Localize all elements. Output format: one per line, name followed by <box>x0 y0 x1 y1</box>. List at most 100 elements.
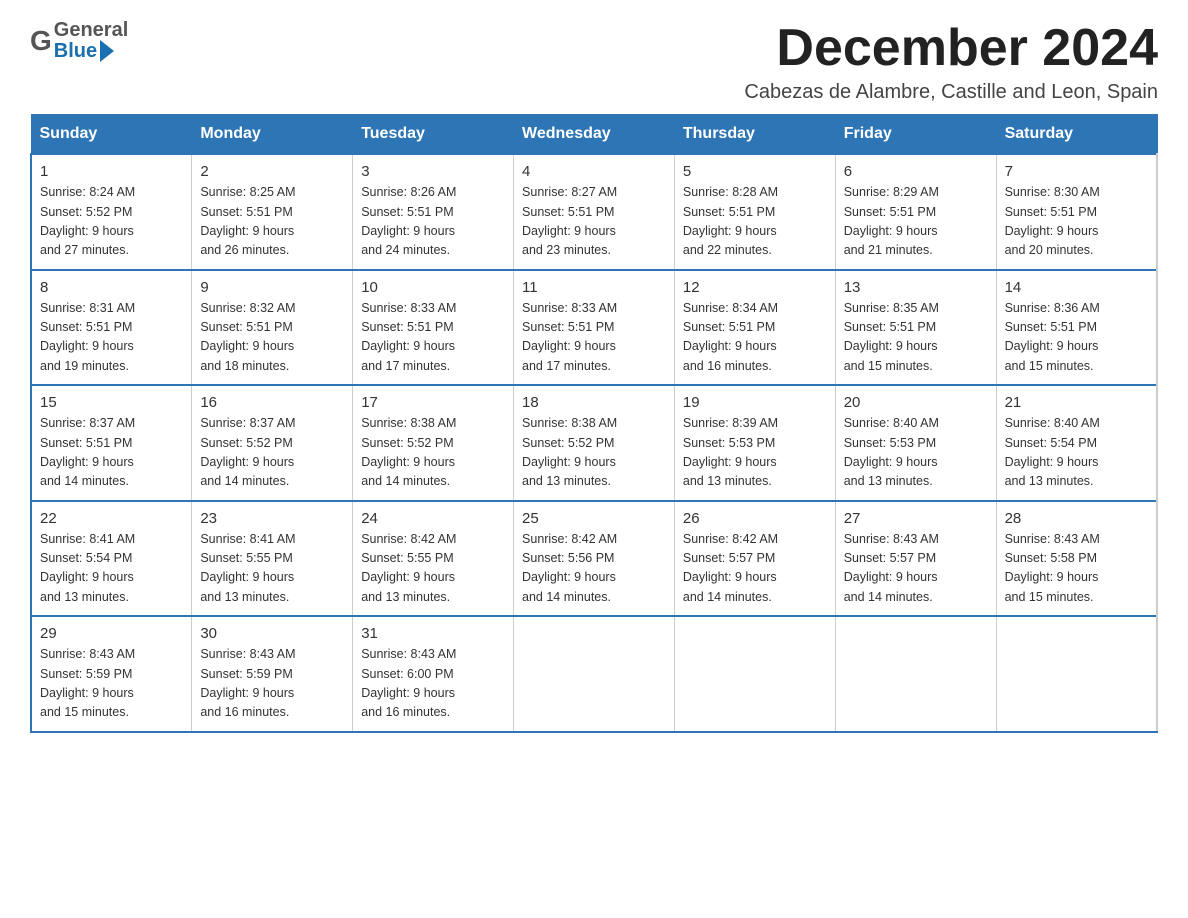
day-info: Sunrise: 8:26 AM Sunset: 5:51 PM Dayligh… <box>361 183 505 261</box>
calendar-cell: 14 Sunrise: 8:36 AM Sunset: 5:51 PM Dayl… <box>996 270 1157 386</box>
day-number: 6 <box>844 163 988 180</box>
weekday-header-saturday: Saturday <box>996 115 1157 155</box>
day-info: Sunrise: 8:43 AM Sunset: 6:00 PM Dayligh… <box>361 645 505 723</box>
day-info: Sunrise: 8:38 AM Sunset: 5:52 PM Dayligh… <box>522 414 666 492</box>
logo-general-text: General <box>54 20 128 40</box>
day-info: Sunrise: 8:41 AM Sunset: 5:55 PM Dayligh… <box>200 530 344 608</box>
weekday-header-wednesday: Wednesday <box>514 115 675 155</box>
day-info: Sunrise: 8:33 AM Sunset: 5:51 PM Dayligh… <box>361 299 505 377</box>
day-info: Sunrise: 8:33 AM Sunset: 5:51 PM Dayligh… <box>522 299 666 377</box>
calendar-cell: 20 Sunrise: 8:40 AM Sunset: 5:53 PM Dayl… <box>835 385 996 501</box>
calendar-cell: 11 Sunrise: 8:33 AM Sunset: 5:51 PM Dayl… <box>514 270 675 386</box>
calendar-subtitle: Cabezas de Alambre, Castille and Leon, S… <box>744 81 1158 104</box>
day-number: 30 <box>200 625 344 642</box>
day-number: 20 <box>844 394 988 411</box>
day-info: Sunrise: 8:39 AM Sunset: 5:53 PM Dayligh… <box>683 414 827 492</box>
day-info: Sunrise: 8:31 AM Sunset: 5:51 PM Dayligh… <box>40 299 183 377</box>
weekday-header-sunday: Sunday <box>31 115 192 155</box>
day-number: 29 <box>40 625 183 642</box>
calendar-cell <box>514 616 675 732</box>
logo-blue-text: Blue <box>54 41 97 61</box>
day-info: Sunrise: 8:43 AM Sunset: 5:59 PM Dayligh… <box>200 645 344 723</box>
day-number: 4 <box>522 163 666 180</box>
calendar-week-row-5: 29 Sunrise: 8:43 AM Sunset: 5:59 PM Dayl… <box>31 616 1157 732</box>
calendar-cell: 2 Sunrise: 8:25 AM Sunset: 5:51 PM Dayli… <box>192 154 353 270</box>
calendar-cell: 22 Sunrise: 8:41 AM Sunset: 5:54 PM Dayl… <box>31 501 192 617</box>
day-info: Sunrise: 8:40 AM Sunset: 5:54 PM Dayligh… <box>1005 414 1148 492</box>
calendar-cell: 24 Sunrise: 8:42 AM Sunset: 5:55 PM Dayl… <box>353 501 514 617</box>
day-number: 22 <box>40 510 183 527</box>
day-info: Sunrise: 8:37 AM Sunset: 5:51 PM Dayligh… <box>40 414 183 492</box>
calendar-cell: 21 Sunrise: 8:40 AM Sunset: 5:54 PM Dayl… <box>996 385 1157 501</box>
day-number: 16 <box>200 394 344 411</box>
calendar-week-row-4: 22 Sunrise: 8:41 AM Sunset: 5:54 PM Dayl… <box>31 501 1157 617</box>
day-number: 19 <box>683 394 827 411</box>
logo-text-block: General Blue <box>54 20 128 62</box>
day-number: 17 <box>361 394 505 411</box>
calendar-cell: 1 Sunrise: 8:24 AM Sunset: 5:52 PM Dayli… <box>31 154 192 270</box>
weekday-header-monday: Monday <box>192 115 353 155</box>
calendar-week-row-2: 8 Sunrise: 8:31 AM Sunset: 5:51 PM Dayli… <box>31 270 1157 386</box>
title-area: December 2024 Cabezas de Alambre, Castil… <box>744 20 1158 104</box>
calendar-cell: 29 Sunrise: 8:43 AM Sunset: 5:59 PM Dayl… <box>31 616 192 732</box>
weekday-header-row: SundayMondayTuesdayWednesdayThursdayFrid… <box>31 115 1157 155</box>
day-info: Sunrise: 8:43 AM Sunset: 5:59 PM Dayligh… <box>40 645 183 723</box>
day-number: 14 <box>1005 279 1148 296</box>
day-info: Sunrise: 8:25 AM Sunset: 5:51 PM Dayligh… <box>200 183 344 261</box>
calendar-cell <box>674 616 835 732</box>
calendar-cell: 30 Sunrise: 8:43 AM Sunset: 5:59 PM Dayl… <box>192 616 353 732</box>
day-number: 31 <box>361 625 505 642</box>
calendar-cell: 16 Sunrise: 8:37 AM Sunset: 5:52 PM Dayl… <box>192 385 353 501</box>
day-number: 26 <box>683 510 827 527</box>
day-number: 27 <box>844 510 988 527</box>
calendar-cell: 19 Sunrise: 8:39 AM Sunset: 5:53 PM Dayl… <box>674 385 835 501</box>
calendar-cell <box>996 616 1157 732</box>
day-number: 28 <box>1005 510 1148 527</box>
weekday-header-friday: Friday <box>835 115 996 155</box>
calendar-cell: 8 Sunrise: 8:31 AM Sunset: 5:51 PM Dayli… <box>31 270 192 386</box>
day-info: Sunrise: 8:38 AM Sunset: 5:52 PM Dayligh… <box>361 414 505 492</box>
day-number: 5 <box>683 163 827 180</box>
calendar-cell: 25 Sunrise: 8:42 AM Sunset: 5:56 PM Dayl… <box>514 501 675 617</box>
day-info: Sunrise: 8:42 AM Sunset: 5:55 PM Dayligh… <box>361 530 505 608</box>
calendar-cell: 17 Sunrise: 8:38 AM Sunset: 5:52 PM Dayl… <box>353 385 514 501</box>
calendar-cell: 12 Sunrise: 8:34 AM Sunset: 5:51 PM Dayl… <box>674 270 835 386</box>
calendar-cell: 10 Sunrise: 8:33 AM Sunset: 5:51 PM Dayl… <box>353 270 514 386</box>
day-info: Sunrise: 8:36 AM Sunset: 5:51 PM Dayligh… <box>1005 299 1148 377</box>
day-info: Sunrise: 8:24 AM Sunset: 5:52 PM Dayligh… <box>40 183 183 261</box>
day-info: Sunrise: 8:28 AM Sunset: 5:51 PM Dayligh… <box>683 183 827 261</box>
logo: G General Blue <box>30 20 128 62</box>
day-number: 10 <box>361 279 505 296</box>
logo-area: G General Blue <box>30 20 128 62</box>
calendar-cell: 31 Sunrise: 8:43 AM Sunset: 6:00 PM Dayl… <box>353 616 514 732</box>
logo-g-letter: G <box>30 25 52 57</box>
day-number: 11 <box>522 279 666 296</box>
weekday-header-tuesday: Tuesday <box>353 115 514 155</box>
calendar-cell: 26 Sunrise: 8:42 AM Sunset: 5:57 PM Dayl… <box>674 501 835 617</box>
day-info: Sunrise: 8:35 AM Sunset: 5:51 PM Dayligh… <box>844 299 988 377</box>
calendar-week-row-3: 15 Sunrise: 8:37 AM Sunset: 5:51 PM Dayl… <box>31 385 1157 501</box>
calendar-cell: 7 Sunrise: 8:30 AM Sunset: 5:51 PM Dayli… <box>996 154 1157 270</box>
calendar-cell: 6 Sunrise: 8:29 AM Sunset: 5:51 PM Dayli… <box>835 154 996 270</box>
logo-blue-line: Blue <box>54 40 128 62</box>
day-info: Sunrise: 8:32 AM Sunset: 5:51 PM Dayligh… <box>200 299 344 377</box>
day-number: 25 <box>522 510 666 527</box>
day-number: 3 <box>361 163 505 180</box>
weekday-header-thursday: Thursday <box>674 115 835 155</box>
calendar-cell: 4 Sunrise: 8:27 AM Sunset: 5:51 PM Dayli… <box>514 154 675 270</box>
day-info: Sunrise: 8:41 AM Sunset: 5:54 PM Dayligh… <box>40 530 183 608</box>
day-number: 23 <box>200 510 344 527</box>
calendar-cell <box>835 616 996 732</box>
calendar-cell: 5 Sunrise: 8:28 AM Sunset: 5:51 PM Dayli… <box>674 154 835 270</box>
calendar-cell: 13 Sunrise: 8:35 AM Sunset: 5:51 PM Dayl… <box>835 270 996 386</box>
day-info: Sunrise: 8:37 AM Sunset: 5:52 PM Dayligh… <box>200 414 344 492</box>
logo-arrow-icon <box>100 40 114 62</box>
calendar-cell: 23 Sunrise: 8:41 AM Sunset: 5:55 PM Dayl… <box>192 501 353 617</box>
calendar-cell: 18 Sunrise: 8:38 AM Sunset: 5:52 PM Dayl… <box>514 385 675 501</box>
day-info: Sunrise: 8:34 AM Sunset: 5:51 PM Dayligh… <box>683 299 827 377</box>
calendar-title: December 2024 <box>744 20 1158 77</box>
day-number: 12 <box>683 279 827 296</box>
day-number: 13 <box>844 279 988 296</box>
day-number: 2 <box>200 163 344 180</box>
calendar-cell: 3 Sunrise: 8:26 AM Sunset: 5:51 PM Dayli… <box>353 154 514 270</box>
